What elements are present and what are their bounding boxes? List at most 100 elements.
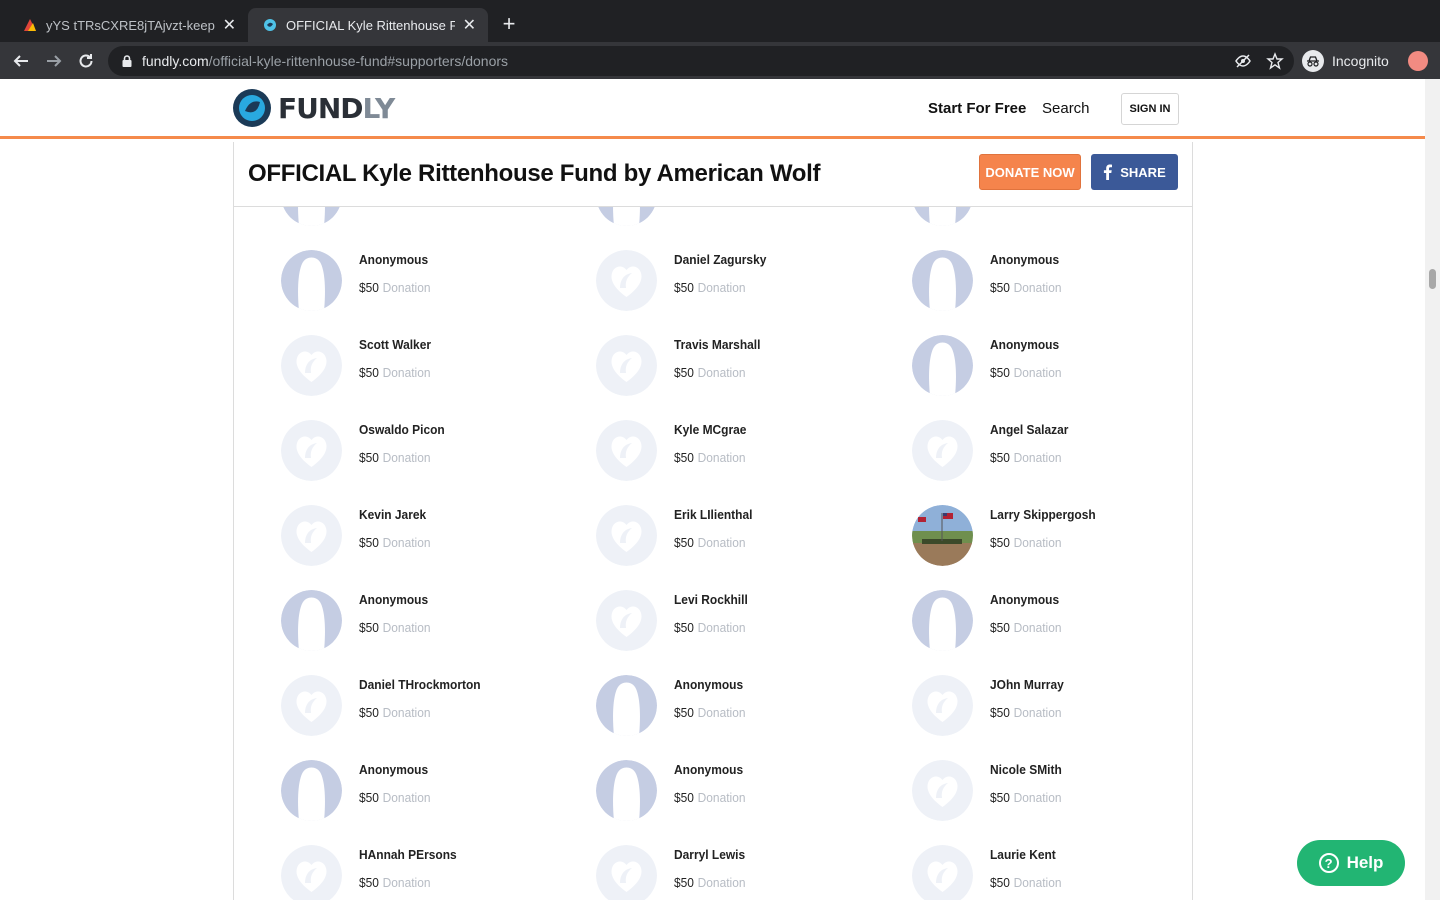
default-avatar-icon bbox=[281, 675, 342, 736]
logo-text-ly: LY bbox=[362, 91, 396, 125]
donation-label: Donation bbox=[697, 450, 746, 465]
start-for-free-link[interactable]: Start For Free bbox=[928, 100, 1026, 117]
donor-amount: $50 Donation bbox=[359, 280, 431, 295]
default-avatar-icon bbox=[912, 760, 973, 821]
donation-label: Donation bbox=[697, 705, 746, 720]
campaign-header-bar: OFFICIAL Kyle Rittenhouse Fund by Americ… bbox=[234, 142, 1192, 207]
help-label: Help bbox=[1346, 853, 1384, 872]
donor-card[interactable]: Levi Rockhill $50 Donation bbox=[596, 590, 896, 652]
donor-card[interactable]: Daniel THrockmorton $50 Donation bbox=[281, 675, 581, 737]
donor-card[interactable]: Darryl Lewis $50 Donation bbox=[596, 845, 896, 900]
donate-now-button[interactable]: DONATE NOW bbox=[979, 154, 1081, 190]
donation-label: Donation bbox=[1013, 620, 1062, 635]
donor-amount: $50 Donation bbox=[990, 620, 1062, 635]
browser-tab-active[interactable]: OFFICIAL Kyle Rittenhouse Fun ✕ bbox=[248, 8, 488, 42]
donation-amount: $50 bbox=[674, 875, 694, 890]
donor-amount: $50 Donation bbox=[674, 365, 746, 380]
donor-name: Levi Rockhill bbox=[674, 592, 748, 607]
donor-amount: $50 Donation bbox=[990, 790, 1062, 805]
donor-card[interactable]: Larry Skippergosh $50 Donation bbox=[912, 505, 1192, 567]
donor-name: Kyle MCgrae bbox=[674, 422, 747, 437]
share-label: SHARE bbox=[1120, 164, 1166, 180]
donor-name: Laurie Kent bbox=[990, 847, 1056, 862]
donor-amount: $50 Donation bbox=[990, 705, 1062, 720]
donor-card[interactable]: Scott Walker $50 Donation bbox=[281, 335, 581, 397]
donor-card[interactable]: Anonymous $50 Donation bbox=[912, 335, 1192, 397]
donor-card[interactable]: HAnnah PErsons $50 Donation bbox=[281, 845, 581, 900]
donor-name: Anonymous bbox=[359, 592, 429, 607]
donor-amount: $50 Donation bbox=[990, 535, 1062, 550]
forward-icon bbox=[47, 55, 62, 67]
donor-card[interactable]: Angel Salazar $50 Donation bbox=[912, 420, 1192, 482]
donor-card[interactable]: Anonymous $50 Donation bbox=[912, 590, 1192, 652]
donation-label: Donation bbox=[697, 365, 746, 380]
donor-amount: $50 Donation bbox=[990, 365, 1062, 380]
donation-label: Donation bbox=[382, 620, 431, 635]
donor-amount: $50 Donation bbox=[674, 535, 746, 550]
new-tab-button[interactable]: + bbox=[496, 10, 522, 38]
donor-card[interactable]: Anonymous $50 Donation bbox=[596, 760, 896, 822]
donor-card[interactable]: Anonymous $50 Donation bbox=[281, 590, 581, 652]
donor-card[interactable]: Daniel Zagursky $50 Donation bbox=[596, 250, 896, 312]
fundly-favicon-icon bbox=[264, 19, 276, 31]
share-button[interactable]: SHARE bbox=[1091, 154, 1178, 190]
anonymous-avatar-icon bbox=[281, 250, 342, 311]
default-avatar-icon bbox=[596, 335, 657, 396]
keep-favicon-icon bbox=[24, 19, 36, 31]
donation-amount: $50 bbox=[359, 535, 379, 550]
donation-label: Donation bbox=[382, 535, 431, 550]
reload-button[interactable] bbox=[73, 48, 99, 74]
donor-name: HAnnah PErsons bbox=[359, 847, 457, 862]
fundly-logo[interactable]: FUNDLY bbox=[232, 88, 396, 128]
donation-amount: $50 bbox=[990, 365, 1010, 380]
forward-button[interactable] bbox=[41, 48, 67, 74]
donor-amount: $50 Donation bbox=[990, 450, 1062, 465]
back-icon bbox=[13, 55, 28, 67]
donor-card[interactable]: Kyle MCgrae $50 Donation bbox=[596, 420, 896, 482]
donor-card[interactable]: Anonymous $50 Donation bbox=[596, 675, 896, 737]
donor-card[interactable]: Laurie Kent $50 Donation bbox=[912, 845, 1192, 900]
default-avatar-icon bbox=[912, 675, 973, 736]
donation-amount: $50 bbox=[359, 280, 379, 295]
page-scrollbar[interactable] bbox=[1425, 79, 1440, 900]
donation-amount: $50 bbox=[674, 450, 694, 465]
donation-amount: $50 bbox=[359, 790, 379, 805]
address-bar[interactable]: fundly.com/official-kyle-rittenhouse-fun… bbox=[108, 46, 1294, 76]
donor-card[interactable]: Kevin Jarek $50 Donation bbox=[281, 505, 581, 567]
help-button[interactable]: ? Help bbox=[1297, 840, 1405, 886]
donor-amount: $50 Donation bbox=[674, 280, 746, 295]
donor-card[interactable]: Oswaldo Picon $50 Donation bbox=[281, 420, 581, 482]
incognito-indicator[interactable]: Incognito bbox=[1302, 47, 1397, 75]
search-link[interactable]: Search bbox=[1042, 100, 1090, 117]
donor-card[interactable]: JOhn Murray $50 Donation bbox=[912, 675, 1192, 737]
tab-title: yYS tTRsCXRE8jTAjvzt-keep | I bbox=[46, 17, 215, 33]
sign-in-button[interactable]: SIGN IN bbox=[1121, 93, 1179, 125]
donation-amount: $50 bbox=[674, 280, 694, 295]
donor-card[interactable]: Nicole SMith $50 Donation bbox=[912, 760, 1192, 822]
donor-card[interactable]: Anonymous $50 Donation bbox=[281, 250, 581, 312]
donor-name: Scott Walker bbox=[359, 337, 432, 352]
browser-toolbar: fundly.com/official-kyle-rittenhouse-fun… bbox=[0, 42, 1440, 79]
default-avatar-icon bbox=[596, 420, 657, 481]
donation-label: Donation bbox=[382, 365, 431, 380]
scrollbar-thumb[interactable] bbox=[1429, 269, 1436, 289]
tab-title: OFFICIAL Kyle Rittenhouse Fun bbox=[286, 17, 455, 33]
update-badge-icon[interactable] bbox=[1408, 51, 1428, 71]
browser-tab-inactive[interactable]: yYS tTRsCXRE8jTAjvzt-keep | I ✕ bbox=[8, 8, 248, 42]
donation-label: Donation bbox=[697, 535, 746, 550]
donor-card[interactable]: Travis Marshall $50 Donation bbox=[596, 335, 896, 397]
donor-card[interactable]: Anonymous $50 Donation bbox=[281, 760, 581, 822]
donor-card[interactable]: Erik LIlienthal $50 Donation bbox=[596, 505, 896, 567]
fundly-logo-icon bbox=[233, 89, 271, 127]
default-avatar-icon bbox=[596, 590, 657, 651]
donor-name: Anonymous bbox=[674, 762, 744, 777]
campaign-title: OFFICIAL Kyle Rittenhouse Fund by Americ… bbox=[248, 160, 821, 187]
star-icon[interactable] bbox=[1266, 52, 1284, 70]
donor-card[interactable]: Anonymous $50 Donation bbox=[912, 250, 1192, 312]
donor-amount: $50 Donation bbox=[990, 875, 1062, 890]
back-button[interactable] bbox=[8, 48, 34, 74]
eye-off-icon[interactable] bbox=[1234, 52, 1252, 70]
donation-amount: $50 bbox=[674, 620, 694, 635]
tab-close-icon[interactable]: ✕ bbox=[463, 15, 476, 35]
tab-close-icon[interactable]: ✕ bbox=[223, 15, 236, 35]
